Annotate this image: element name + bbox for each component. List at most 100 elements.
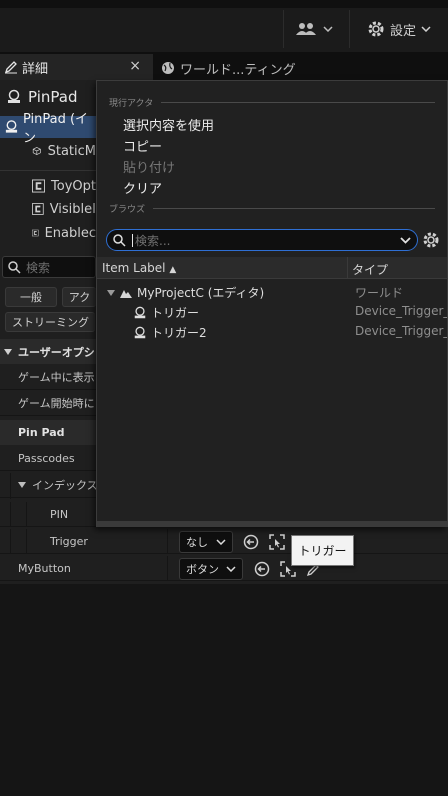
world-icon <box>120 289 132 298</box>
object-title: PinPad <box>6 88 77 106</box>
component-enabled[interactable]: Enablec <box>0 222 96 244</box>
component-visible[interactable]: VisibleI <box>0 198 96 220</box>
actor-picker-menu: 現行アクタ 選択内容を使用 コピー 貼り付け クリア ブラウズ 検索... It… <box>96 80 448 527</box>
chevron-down-icon <box>216 539 226 545</box>
pick-actor-icon[interactable] <box>268 533 286 551</box>
details-search-input[interactable]: 検索 <box>2 256 96 278</box>
resize-handle[interactable] <box>97 521 447 527</box>
component-label: VisibleI <box>49 201 96 217</box>
menu-label: 選択内容を使用 <box>123 119 215 134</box>
property-label: ゲーム開始時に <box>18 397 95 410</box>
tree-line <box>10 502 11 527</box>
actor-search-placeholder: 検索... <box>135 233 171 248</box>
current-actor-header: 現行アクタ <box>109 96 435 109</box>
component-c-icon <box>32 179 46 193</box>
header-label: ブラウズ <box>109 205 146 215</box>
sort-ascending-icon: ▲ <box>169 265 177 275</box>
users-icon <box>295 23 316 35</box>
menu-paste: 貼り付け <box>123 157 175 176</box>
search-icon <box>113 233 126 247</box>
tree-line <box>26 502 27 527</box>
top-strip <box>0 0 448 8</box>
chevron-down-icon <box>421 26 431 32</box>
use-selected-icon[interactable] <box>253 560 271 578</box>
menu-copy[interactable]: コピー <box>123 136 162 155</box>
property-label: ゲーム中に表示 <box>18 371 95 384</box>
component-c-icon <box>32 229 39 237</box>
column-item-label[interactable]: Item Label ▲ <box>102 261 176 275</box>
menu-label: 貼り付け <box>123 161 176 176</box>
menu-label: コピー <box>123 140 163 155</box>
tree-line <box>26 529 27 554</box>
property-label: Passcodes <box>18 451 75 465</box>
globe-icon <box>162 62 174 74</box>
column-type[interactable]: タイプ <box>352 261 388 278</box>
actor-list-item[interactable]: トリガー Device_Trigger_ <box>97 301 447 321</box>
chevron-down-icon[interactable] <box>400 236 411 244</box>
category-streaming-button[interactable]: ストリーミング <box>5 312 95 332</box>
gear-icon <box>368 21 384 37</box>
component-root[interactable]: PinPad (イン <box>0 112 96 146</box>
component-c-icon <box>32 203 44 215</box>
close-icon[interactable]: × <box>129 58 141 74</box>
button-value-combo[interactable]: ボタン <box>179 558 243 580</box>
search-icon <box>8 260 21 274</box>
item-label: MyProjectC (エディタ) <box>137 286 265 300</box>
item-type: Device_Trigger_ <box>355 304 447 318</box>
settings-label: 設定 <box>389 23 416 39</box>
tree-line <box>10 473 11 499</box>
combo-value: ボタン <box>186 563 219 576</box>
chevron-down-icon <box>4 348 12 355</box>
top-toolbar: 設定 <box>0 0 448 52</box>
cube-icon <box>32 146 41 156</box>
tooltip-text: トリガー <box>298 544 347 558</box>
actor-table-header: Item Label ▲ タイプ <box>97 257 447 279</box>
column-label: Item Label <box>102 261 166 275</box>
actor-search-input[interactable]: 検索... <box>106 229 418 251</box>
property-label: Trigger <box>50 534 88 548</box>
property-label: PIN <box>50 507 69 521</box>
section-label: Pin Pad <box>18 426 65 439</box>
settings-button[interactable]: 設定 <box>349 10 448 48</box>
item-name: トリガー2 <box>133 324 207 341</box>
chevron-down-icon <box>322 26 333 32</box>
tab-details[interactable]: 詳細 × <box>0 54 153 80</box>
trigger-value-combo[interactable]: なし <box>179 531 233 553</box>
divider <box>0 170 96 171</box>
component-label: StaticM <box>47 143 96 159</box>
item-type: ワールド <box>355 286 404 300</box>
item-label: トリガー <box>151 306 200 320</box>
value-column-divider <box>167 556 168 581</box>
actor-icon <box>5 120 18 133</box>
pencil-icon <box>4 61 17 74</box>
tab-details-label: 詳細 <box>22 61 49 77</box>
header-line <box>153 208 435 209</box>
category-actor-button[interactable]: アク <box>62 287 96 307</box>
tooltip: トリガー <box>291 535 354 566</box>
use-selected-icon[interactable] <box>242 533 260 551</box>
chevron-down-icon <box>226 566 236 572</box>
item-name: トリガー <box>133 304 199 321</box>
gear-icon[interactable] <box>422 231 440 249</box>
chevron-down-icon <box>107 289 115 296</box>
component-toy-options[interactable]: ToyOpt <box>0 175 96 197</box>
combo-value: なし <box>186 536 208 549</box>
value-column-divider <box>167 529 168 554</box>
text-caret <box>132 233 133 247</box>
tab-world-settings[interactable]: ワールド...ティング <box>161 56 296 80</box>
actor-icon <box>134 306 146 318</box>
menu-use-selected[interactable]: 選択内容を使用 <box>123 115 214 134</box>
chevron-down-icon <box>18 482 26 488</box>
item-name: MyProjectC (エディタ) <box>107 284 264 301</box>
header-line <box>161 102 435 103</box>
browse-header: ブラウズ <box>109 202 435 215</box>
actor-icon <box>8 89 20 103</box>
menu-clear[interactable]: クリア <box>123 178 162 197</box>
component-static-mesh[interactable]: StaticM <box>0 140 96 162</box>
actor-list-item[interactable]: MyProjectC (エディタ) ワールド <box>97 281 447 301</box>
actor-list-item[interactable]: トリガー2 Device_Trigger_ <box>97 321 447 341</box>
item-label: トリガー2 <box>151 326 207 340</box>
category-general-button[interactable]: 一般 <box>5 287 57 307</box>
category-label: ストリーミング <box>12 316 89 329</box>
users-button[interactable] <box>283 10 343 48</box>
